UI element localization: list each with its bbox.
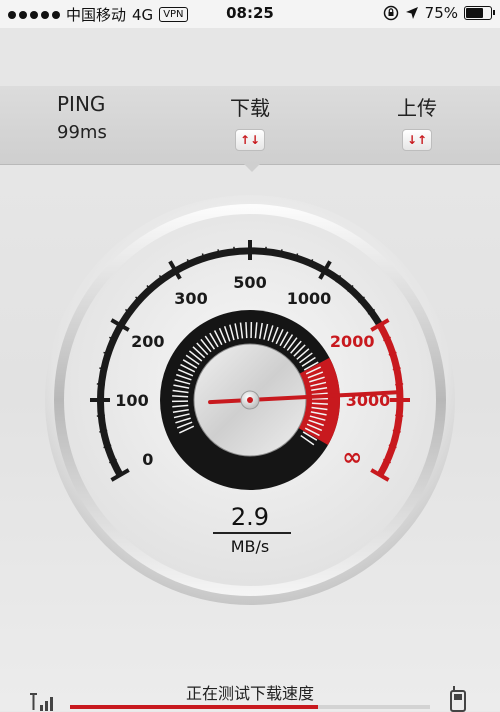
ping-value: 99ms bbox=[57, 122, 163, 143]
speed-gauge: 0100200300500100020003000∞ 2.9 MB/s bbox=[43, 193, 457, 607]
current-speed-value: 2.9 bbox=[43, 503, 457, 531]
test-status-text: 正在测试下载速度 bbox=[0, 680, 500, 704]
battery-percent: 75% bbox=[425, 4, 458, 22]
download-metric: 下载 ↑↓ bbox=[170, 92, 330, 151]
scale-minor-tick bbox=[97, 384, 105, 385]
orientation-lock-icon bbox=[383, 5, 399, 21]
battery-icon bbox=[464, 6, 492, 20]
inner-tick bbox=[312, 403, 328, 404]
upload-metric: 上传 ↓↑ bbox=[337, 92, 497, 151]
inner-red-sector bbox=[312, 366, 322, 436]
progress-track bbox=[70, 705, 430, 709]
ping-label: PING bbox=[57, 92, 163, 116]
needle-hub-center bbox=[247, 397, 253, 403]
scale-minor-tick bbox=[97, 415, 105, 416]
status-bar: 中国移动 4G VPN 08:25 75% bbox=[0, 0, 500, 28]
test-progress-area: 正在测试下载速度 bbox=[0, 672, 500, 711]
scale-minor-tick bbox=[395, 384, 403, 385]
scale-minor-tick bbox=[265, 247, 266, 255]
scale-label: 100 bbox=[115, 391, 148, 410]
speed-divider bbox=[213, 532, 291, 534]
scale-label: 0 bbox=[142, 450, 153, 469]
download-label: 下载 bbox=[170, 92, 330, 121]
scale-minor-tick bbox=[234, 247, 235, 255]
status-right: 75% bbox=[383, 4, 492, 22]
scale-label: 2000 bbox=[330, 332, 375, 351]
scale-label: 1000 bbox=[287, 289, 332, 308]
active-tab-pointer bbox=[243, 163, 261, 172]
top-band bbox=[0, 28, 500, 87]
location-arrow-icon bbox=[405, 6, 419, 20]
phone-device-icon bbox=[450, 686, 466, 712]
metrics-bar: PING 99ms 下载 ↑↓ 上传 ↓↑ bbox=[0, 86, 500, 165]
down-up-arrows-icon: ↑↓ bbox=[235, 129, 265, 151]
ping-metric: PING 99ms bbox=[3, 92, 163, 143]
inner-tick bbox=[246, 322, 247, 338]
scale-label: 300 bbox=[174, 289, 207, 308]
upload-label: 上传 bbox=[337, 92, 497, 121]
scale-label: ∞ bbox=[342, 443, 362, 471]
battery-fill bbox=[466, 8, 483, 18]
scale-label: 200 bbox=[131, 332, 164, 351]
inner-tick bbox=[172, 396, 188, 397]
speed-unit: MB/s bbox=[43, 537, 457, 556]
down-up-arrows-icon: ↓↑ bbox=[402, 129, 432, 151]
scale-label: 500 bbox=[233, 273, 266, 292]
scale-minor-tick bbox=[395, 415, 403, 416]
progress-fill bbox=[70, 705, 318, 709]
